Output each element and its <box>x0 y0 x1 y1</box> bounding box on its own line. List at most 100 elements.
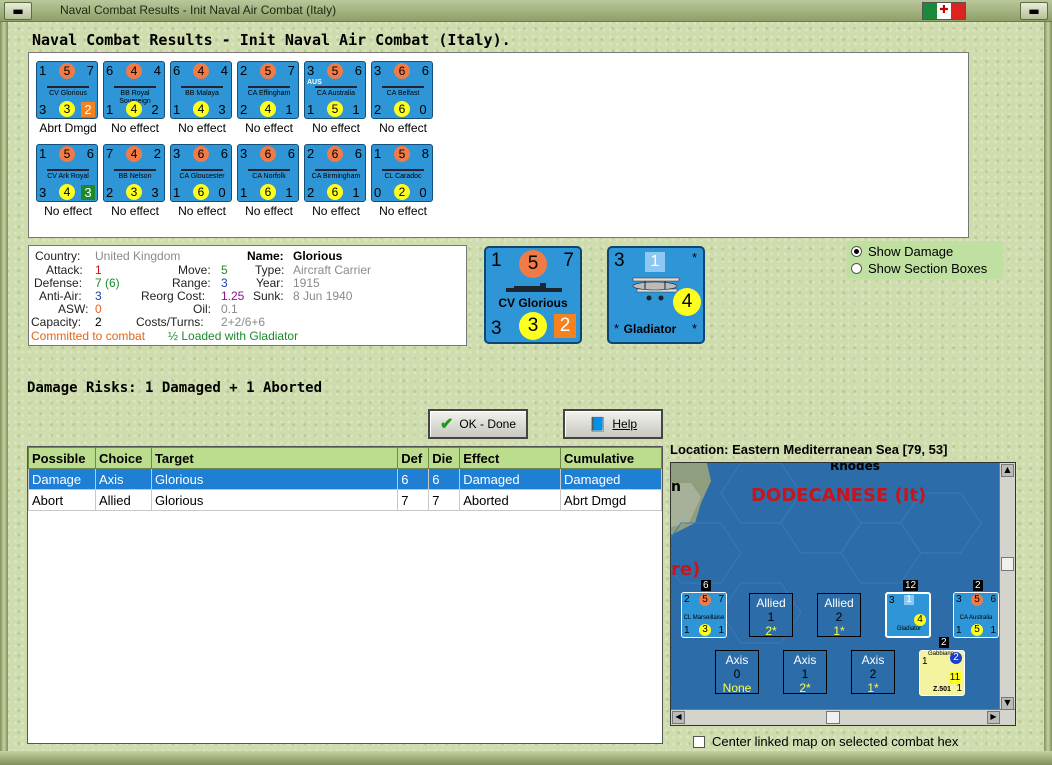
unit-defense-circle: 6 <box>193 146 209 162</box>
ship-silhouette-icon <box>47 166 89 171</box>
col-target[interactable]: Target <box>150 447 399 469</box>
show-damage-radio[interactable] <box>851 246 862 257</box>
unit-attack: 3 <box>374 63 382 78</box>
col-effect[interactable]: Effect <box>459 447 562 469</box>
unit-slot[interactable]: 7 4 2 BB Nelson 2 3 3 No effect <box>103 144 165 234</box>
unit-counter[interactable]: 1 5 6 CV Ark Royal 3 4 3 <box>36 144 98 202</box>
plane-star-left: * <box>614 321 620 336</box>
col-die[interactable]: Die <box>428 447 461 469</box>
unit-aa: 3 <box>39 102 47 117</box>
unit-slot[interactable]: 2 5 7 CA Effingham 2 4 1 No effect <box>237 61 299 151</box>
ship-silhouette-icon <box>114 166 156 171</box>
unit-attack: 6 <box>106 63 114 78</box>
unit-slot[interactable]: 3 6 6 CA Gloucester 1 6 0 No effect <box>170 144 232 234</box>
axis-slot-1[interactable]: Axis 1 2* <box>783 650 827 695</box>
unit-slot[interactable]: 3 6 6 CA Belfast 2 6 0 No effect <box>371 61 433 151</box>
unit-counter[interactable]: 3 6 6 CA Belfast 2 6 0 <box>371 61 433 119</box>
unit-name: CV Glorious <box>49 90 87 97</box>
unit-result: No effect <box>379 121 427 135</box>
axis-slot-0[interactable]: Axis 0 None <box>715 650 759 695</box>
unit-counter[interactable]: 6 4 4 BB Malaya 1 4 3 <box>170 61 232 119</box>
minimize-right-button[interactable]: ▬ <box>1020 2 1048 20</box>
unit-counter[interactable]: 1 5 7 CV Glorious 3 3 2 <box>36 61 98 119</box>
unit-counter[interactable]: 644BB Royal Sovereign142 <box>103 61 165 119</box>
ok-done-button[interactable]: ✔ OK - Done <box>428 409 528 439</box>
table-row[interactable]: Damage Axis Glorious 6 6 Damaged Damaged <box>28 468 662 490</box>
linked-map[interactable]: Rhodes DODECANESE (It) re) n 6 12 2 2 2 … <box>670 462 1016 726</box>
book-icon: 📘 <box>588 415 607 432</box>
unit-counter[interactable]: 3 6 6 CA Gloucester 1 6 0 <box>170 144 232 202</box>
unit-aa: 0 <box>374 185 382 200</box>
table-row[interactable]: Abort Allied Glorious 7 7 Aborted Abrt D… <box>28 489 662 511</box>
unit-counter[interactable]: 2 6 6 CA Birmingham 2 6 1 <box>304 144 366 202</box>
col-choice[interactable]: Choice <box>94 447 152 469</box>
mini-br: 1 <box>956 683 962 694</box>
minimize-button[interactable]: ▬ <box>4 2 32 20</box>
selected-plane-counter[interactable]: 3 1 * Gladiator * 4 * <box>607 246 705 344</box>
unit-slot[interactable]: 644BB Royal Sovereign142 No effect <box>103 61 165 151</box>
axis-slot-2[interactable]: Axis 2 1* <box>851 650 895 695</box>
mini-top: 5 <box>971 594 983 606</box>
show-section-radio[interactable] <box>851 263 862 274</box>
plane-range-circle: 4 <box>673 288 701 316</box>
mini-bl: 1 <box>684 625 690 636</box>
unit-range-circle: 6 <box>260 184 276 200</box>
vertical-thumb[interactable] <box>1001 557 1014 571</box>
ship-silhouette-icon <box>248 166 290 171</box>
scroll-left-icon[interactable]: ◀ <box>672 711 685 724</box>
map-unit-marseillaise[interactable]: 2 5 7 CL Marseillaise 1 3 1 <box>681 592 727 638</box>
unit-slot[interactable]: 2 6 6 CA Birmingham 2 6 1 No effect <box>304 144 366 234</box>
center-map-checkbox[interactable] <box>693 735 705 748</box>
unit-counter[interactable]: 7 4 2 BB Nelson 2 3 3 <box>103 144 165 202</box>
col-cumulative[interactable]: Cumulative <box>560 447 662 469</box>
cell-effect: Damaged <box>459 468 562 490</box>
mini-tl: 3 <box>889 595 895 606</box>
scroll-right-icon[interactable]: ▶ <box>987 711 1000 724</box>
attack-label: Attack: <box>46 263 83 277</box>
unit-defense-circle: 5 <box>394 146 410 162</box>
map-vertical-scrollbar[interactable]: ▲ ▼ <box>999 463 1015 711</box>
unit-counter[interactable]: 3 6 6 CA Norfolk 1 6 1 <box>237 144 299 202</box>
unit-result: No effect <box>178 121 226 135</box>
unit-slot[interactable]: 6 4 4 BB Malaya 1 4 3 No effect <box>170 61 232 151</box>
selected-ship-counter[interactable]: 1 5 7 CV Glorious 3 3 2 <box>484 246 582 344</box>
slot-title: Axis <box>861 653 885 667</box>
window-frame-left <box>0 22 8 765</box>
unit-slot[interactable]: 3 6 6 CA Norfolk 1 6 1 No effect <box>237 144 299 234</box>
show-damage-option[interactable]: Show Damage <box>851 244 953 259</box>
unit-range-circle: 6 <box>193 184 209 200</box>
unit-counter[interactable]: 2 5 7 CA Effingham 2 4 1 <box>237 61 299 119</box>
unit-slot[interactable]: 1 5 7 CV Glorious 3 3 2 Abrt Dmgd <box>36 61 98 151</box>
year-value: 1915 <box>293 276 320 290</box>
help-label: Help <box>612 417 638 431</box>
allied-slot-1[interactable]: Allied 1 2* <box>749 593 793 638</box>
unit-name: CA Belfast <box>386 90 420 97</box>
unit-range-circle: 2 <box>394 184 410 200</box>
scroll-up-icon[interactable]: ▲ <box>1001 464 1014 477</box>
center-map-option[interactable]: Center linked map on selected combat hex <box>693 734 958 749</box>
horizontal-thumb[interactable] <box>826 711 840 724</box>
unit-counter[interactable]: 1 5 8 CL Caradoc 0 2 0 <box>371 144 433 202</box>
unit-slot[interactable]: 1 5 8 CL Caradoc 0 2 0 No effect <box>371 144 433 234</box>
unit-name: CV Ark Royal <box>47 173 89 180</box>
unit-slot[interactable]: 3 5 6 AUS CA Australia 1 5 1 No effect <box>304 61 366 151</box>
col-def[interactable]: Def <box>397 447 430 469</box>
unit-slot[interactable]: 1 5 6 CV Ark Royal 3 4 3 No effect <box>36 144 98 234</box>
col-possible[interactable]: Possible <box>28 447 96 469</box>
unit-counter[interactable]: 3 5 6 AUS CA Australia 1 5 1 <box>304 61 366 119</box>
capacity-label: Capacity: <box>31 315 82 329</box>
map-unit-australia[interactable]: 3 5 6 CA Australia 1 5 1 <box>953 592 999 638</box>
help-button[interactable]: 📘 Help <box>563 409 663 439</box>
show-section-option[interactable]: Show Section Boxes <box>851 261 987 276</box>
allied-slot-2[interactable]: Allied 2 1* <box>817 593 861 638</box>
unit-aa: 1 <box>106 102 114 117</box>
map-label-rhodes: Rhodes <box>830 462 880 473</box>
map-label-re: re) <box>671 559 701 580</box>
map-unit-gladiator[interactable]: 3 1 Gladiator 4 <box>885 592 931 638</box>
cell-target: Glorious <box>150 468 399 490</box>
map-horizontal-scrollbar[interactable]: ◀ ▶ <box>671 709 1015 725</box>
move-label: Move: <box>178 263 211 277</box>
map-unit-z501[interactable]: Gabbiano 1 2 11 Z.501 1 <box>919 650 965 696</box>
unit-defense-circle: 6 <box>260 146 276 162</box>
slot-value: None <box>722 681 752 695</box>
